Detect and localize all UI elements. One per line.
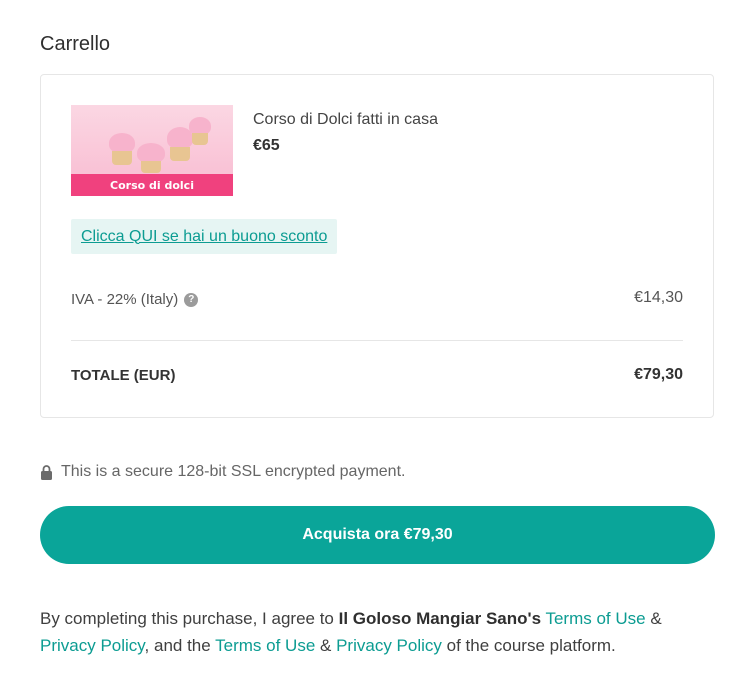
cart-card: Corso di dolci Corso di Dolci fatti in c…	[40, 74, 714, 418]
question-circle-icon[interactable]: ?	[184, 292, 199, 307]
thumbnail-caption: Corso di dolci	[110, 179, 194, 192]
terms-prefix: By completing this purchase, I agree to	[40, 609, 334, 628]
ampersand: &	[320, 636, 332, 655]
course-thumbnail: Corso di dolci	[71, 105, 233, 196]
tax-row: IVA - 22% (Italy) ?	[71, 291, 199, 308]
lock-icon	[41, 464, 52, 480]
ampersand: &	[650, 609, 662, 628]
product-price: €65	[253, 137, 280, 154]
terms-middle: , and the	[144, 636, 211, 655]
tax-value: €14,30	[634, 289, 683, 306]
tax-label: IVA - 22% (Italy)	[71, 291, 179, 308]
secure-payment-text: This is a secure 128-bit SSL encrypted p…	[61, 463, 406, 480]
total-label: TOTALE (EUR)	[71, 367, 176, 384]
privacy-policy-link[interactable]: Privacy Policy	[40, 636, 145, 655]
divider	[71, 340, 683, 341]
coupon-box: Clicca QUI se hai un buono sconto	[71, 219, 338, 254]
buy-now-button[interactable]: Acquista ora €79,30	[40, 506, 715, 564]
total-value: €79,30	[634, 366, 683, 383]
terms-text: By completing this purchase, I agree to …	[40, 605, 710, 659]
platform-privacy-policy-link[interactable]: Privacy Policy	[336, 636, 442, 655]
platform-terms-of-use-link[interactable]: Terms of Use	[215, 636, 315, 655]
terms-of-use-link[interactable]: Terms of Use	[545, 609, 645, 628]
product-name: Corso di Dolci fatti in casa	[253, 111, 438, 128]
brand-name: Il Goloso Mangiar Sano's	[338, 609, 542, 628]
coupon-link[interactable]: Clicca QUI se hai un buono sconto	[81, 228, 327, 246]
terms-suffix: of the course platform.	[446, 636, 616, 655]
secure-payment-note: This is a secure 128-bit SSL encrypted p…	[40, 463, 405, 481]
page-title: Carrello	[40, 33, 111, 55]
